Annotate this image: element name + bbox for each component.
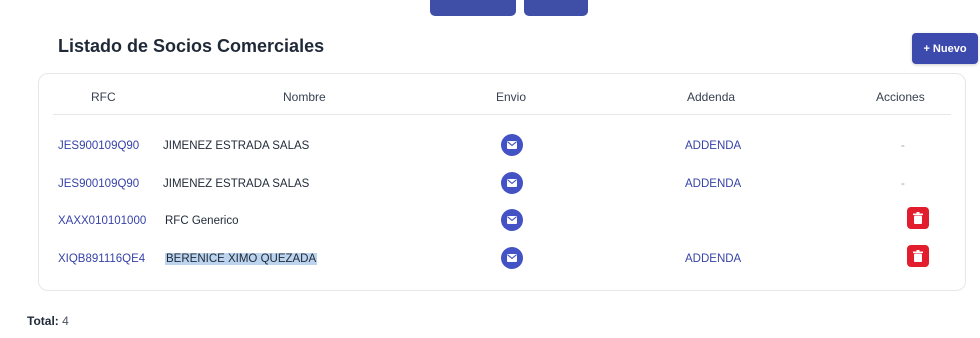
table-header: RFC Nombre Envio Addenda Acciones (53, 74, 951, 115)
header-rfc: RFC (91, 90, 116, 104)
nombre-cell: JIMENEZ ESTRADA SALAS (163, 178, 310, 190)
send-email-button[interactable] (501, 172, 523, 194)
nombre-cell: BERENICE XIMO QUEZADA (165, 253, 318, 265)
addenda-link[interactable]: ADDENDA (685, 140, 741, 152)
rfc-cell[interactable]: XIQB891116QE4 (58, 253, 145, 265)
new-partner-button[interactable]: + Nuevo (912, 33, 978, 64)
addenda-link[interactable]: ADDENDA (685, 253, 741, 265)
nombre-cell: RFC Generico (165, 215, 239, 227)
mail-icon (507, 254, 517, 262)
no-action: - (901, 178, 905, 190)
page-title: Listado de Socios Comerciales (58, 36, 325, 56)
rfc-cell[interactable]: JES900109Q90 (58, 140, 139, 152)
table-row: XAXX010101000 RFC Generico (39, 205, 965, 241)
mail-icon (507, 141, 517, 149)
trash-icon (913, 250, 923, 262)
header-addenda: Addenda (687, 90, 736, 104)
rfc-cell[interactable]: XAXX010101000 (58, 215, 146, 227)
trash-icon (913, 212, 923, 224)
header-acciones: Acciones (876, 90, 925, 104)
addenda-link[interactable]: ADDENDA (685, 178, 741, 190)
total-value: 4 (62, 314, 69, 328)
partners-table: RFC Nombre Envio Addenda Acciones JES900… (38, 73, 966, 291)
header-envio: Envio (496, 90, 527, 104)
table-row: JES900109Q90 JIMENEZ ESTRADA SALAS ADDEN… (39, 130, 965, 166)
table-row: JES900109Q90 JIMENEZ ESTRADA SALAS ADDEN… (39, 168, 965, 204)
top-tab-right[interactable] (524, 0, 588, 16)
top-tabs (430, 0, 588, 16)
mail-icon (507, 216, 517, 224)
rfc-cell[interactable]: JES900109Q90 (58, 178, 139, 190)
total-label: Total: (27, 314, 59, 328)
send-email-button[interactable] (501, 209, 523, 231)
send-email-button[interactable] (501, 247, 523, 269)
send-email-button[interactable] (501, 134, 523, 156)
table-row: XIQB891116QE4 BERENICE XIMO QUEZADA ADDE… (39, 243, 965, 279)
no-action: - (901, 140, 905, 152)
nombre-cell: JIMENEZ ESTRADA SALAS (163, 140, 310, 152)
delete-button[interactable] (907, 245, 929, 267)
delete-button[interactable] (907, 207, 929, 229)
mail-icon (507, 179, 517, 187)
top-tab-left[interactable] (430, 0, 516, 16)
header-nombre: Nombre (283, 90, 326, 104)
total-count: Total: 4 (27, 314, 69, 328)
